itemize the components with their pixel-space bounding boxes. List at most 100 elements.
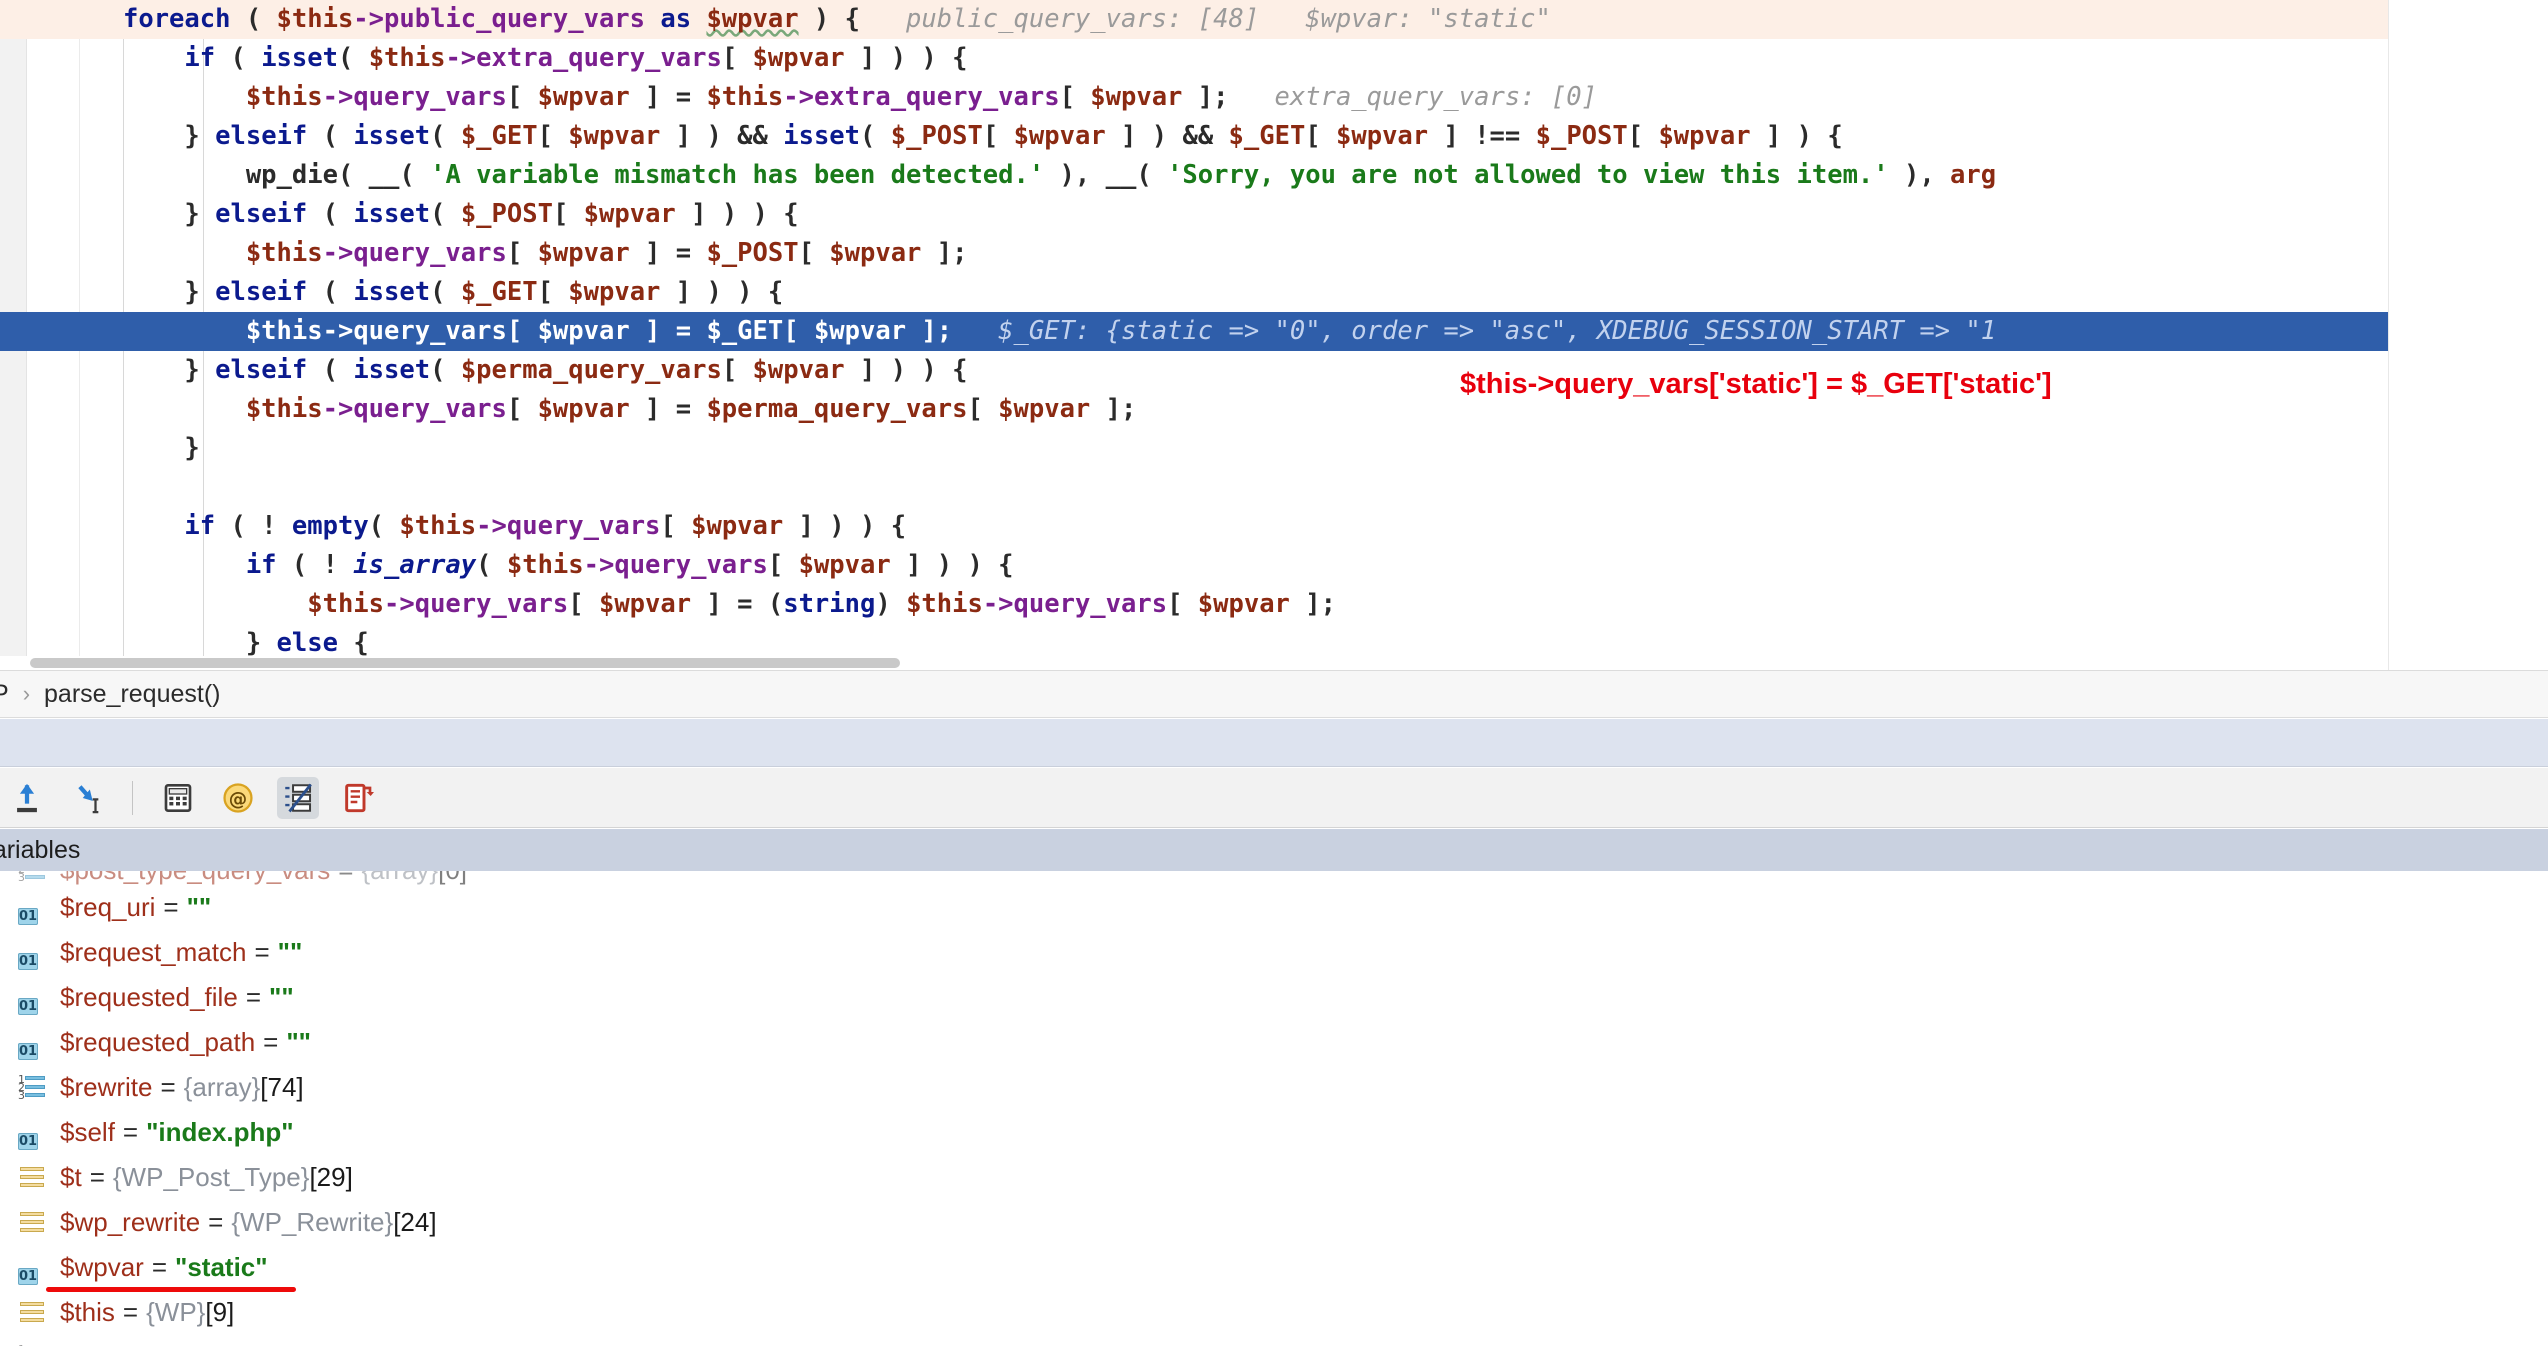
code-line[interactable]: if ( isset( $this->extra_query_vars[ $wp… bbox=[0, 39, 2548, 78]
code-line[interactable]: } elseif ( isset( $_GET[ $wpvar ] ) && i… bbox=[0, 117, 2548, 156]
code-token: [ bbox=[506, 82, 538, 112]
variable-value: {WP_Rewrite} bbox=[231, 1207, 394, 1237]
breadcrumb[interactable]: P › parse_request() bbox=[0, 670, 2548, 718]
breadcrumb-item[interactable]: parse_request() bbox=[38, 680, 226, 709]
string-type-icon: 01 bbox=[18, 907, 39, 925]
code-line[interactable]: } elseif ( isset( $perma_query_vars[ $wp… bbox=[0, 351, 2548, 390]
code-line[interactable]: wp_die( __( 'A variable mismatch has bee… bbox=[0, 156, 2548, 195]
code-token: ( bbox=[337, 43, 369, 73]
code-line[interactable]: foreach ( $this->public_query_vars as $w… bbox=[0, 0, 2548, 39]
code-line[interactable]: } elseif ( isset( $_POST[ $wpvar ] ) ) { bbox=[0, 195, 2548, 234]
code-token: $this bbox=[706, 82, 784, 112]
code-token: ( bbox=[860, 121, 891, 151]
code-token: -> bbox=[445, 43, 477, 73]
object-type-icon bbox=[18, 1166, 48, 1190]
code-token: ] !== bbox=[1428, 121, 1536, 151]
breadcrumb-item[interactable]: P bbox=[0, 680, 15, 709]
variables-list[interactable]: 123$post_type_query_vars={array} [0]01$r… bbox=[0, 871, 2548, 1346]
code-editor[interactable]: foreach ( $this->public_query_vars as $w… bbox=[0, 0, 2548, 670]
evaluate-expression-icon[interactable] bbox=[277, 776, 319, 819]
code-token: ] ) ) { bbox=[844, 43, 968, 73]
variable-row[interactable]: 01 $req_uri = "" bbox=[0, 885, 2548, 930]
code-token: ( bbox=[215, 43, 262, 73]
code-token: } bbox=[184, 199, 216, 229]
array-type-icon: 123 bbox=[18, 871, 48, 883]
code-token: [ bbox=[506, 316, 538, 346]
code-line[interactable]: $this->query_vars[ $wpvar ] = $perma_que… bbox=[0, 390, 2548, 429]
code-token: ), bbox=[1888, 160, 1951, 190]
variable-row[interactable]: 01 $requested_path = "" bbox=[0, 1020, 2548, 1065]
variable-equals: = bbox=[254, 937, 270, 967]
code-token: [ bbox=[767, 550, 799, 580]
code-token: $wpvar bbox=[1336, 121, 1429, 151]
code-token: ] ) ) { bbox=[890, 550, 1014, 580]
variable-row[interactable]: 123 $post_type_query_vars = {array} [0] bbox=[0, 871, 2548, 885]
code-token: ]; bbox=[906, 316, 953, 346]
code-line[interactable]: $this->query_vars[ $wpvar ] = $this->ext… bbox=[0, 78, 2548, 117]
code-token: ( bbox=[307, 277, 354, 307]
variable-row[interactable]: 1 2 3 $rewrite = {array} [74] bbox=[0, 1065, 2548, 1110]
drop-frame-icon[interactable] bbox=[66, 777, 108, 819]
copy-value-icon[interactable] bbox=[337, 777, 379, 819]
code-token: public_query_vars bbox=[384, 4, 646, 34]
calculator-icon[interactable] bbox=[157, 777, 199, 819]
code-token: $wpvar bbox=[829, 238, 922, 268]
code-token: $this bbox=[399, 511, 477, 541]
step-out-icon[interactable] bbox=[6, 777, 48, 819]
code-token: isset bbox=[261, 43, 338, 73]
code-token: ( bbox=[307, 121, 354, 151]
code-token: $wpvar bbox=[537, 394, 630, 424]
variable-row[interactable]: 01 $self = "index.php" bbox=[0, 1110, 2548, 1155]
code-token: $wpvar bbox=[537, 82, 630, 112]
code-token: ), bbox=[1044, 160, 1106, 190]
code-token: 'A variable mismatch has been detected.' bbox=[430, 160, 1045, 190]
code-token: ( bbox=[399, 160, 431, 190]
variables-tab-label: Variables bbox=[0, 835, 81, 864]
variable-row[interactable]: $wp_rewrite = {WP_Rewrite} [24] bbox=[0, 1200, 2548, 1245]
code-token: isset bbox=[353, 355, 431, 385]
code-token: { bbox=[337, 628, 369, 658]
variable-row[interactable]: 01 $request_match = "" bbox=[0, 930, 2548, 975]
code-token: elseif bbox=[215, 355, 308, 385]
variables-tab-header[interactable]: Variables bbox=[0, 829, 2548, 871]
code-line[interactable]: } bbox=[0, 429, 2548, 468]
variable-row[interactable]: 123$_SERVER={array} [5] bbox=[0, 1335, 2548, 1346]
code-token: ] = bbox=[629, 238, 707, 268]
code-line[interactable]: } elseif ( isset( $_GET[ $wpvar ] ) ) { bbox=[0, 273, 2548, 312]
editor-hscrollbar-track[interactable] bbox=[0, 656, 2360, 670]
variable-row[interactable]: $t = {WP_Post_Type} [29] bbox=[0, 1155, 2548, 1200]
code-token: ) { bbox=[798, 4, 876, 34]
code-lines[interactable]: foreach ( $this->public_query_vars as $w… bbox=[0, 0, 2548, 670]
code-token: $wpvar bbox=[998, 394, 1091, 424]
string-type-icon: 01 bbox=[18, 997, 39, 1015]
variable-row[interactable]: 01 $wpvar = "static" bbox=[0, 1245, 2548, 1292]
editor-hscrollbar-thumb[interactable] bbox=[30, 658, 900, 668]
variable-row[interactable]: $this = {WP} [9] bbox=[0, 1290, 2548, 1335]
code-line[interactable]: $this->query_vars[ $wpvar ] = $_GET[ $wp… bbox=[0, 312, 2548, 351]
debugger-toolbar[interactable]: @ bbox=[0, 768, 2548, 828]
variable-row[interactable]: 01 $requested_file = "" bbox=[0, 975, 2548, 1020]
code-token: wp_die bbox=[245, 160, 338, 190]
code-token: $this bbox=[906, 589, 983, 619]
svg-text:@: @ bbox=[229, 789, 247, 810]
variable-value: {WP} bbox=[146, 1297, 206, 1327]
code-token: as bbox=[660, 4, 692, 34]
object-type-icon bbox=[18, 1211, 48, 1235]
code-line-text: if ( ! empty( $this->query_vars[ $wpvar … bbox=[123, 507, 906, 546]
variable-name: $wp_rewrite bbox=[60, 1207, 201, 1237]
code-token: ] ) ) { bbox=[660, 277, 784, 307]
variable-equals: = bbox=[151, 1252, 168, 1282]
code-token: elseif bbox=[215, 277, 308, 307]
code-line[interactable]: if ( ! empty( $this->query_vars[ $wpvar … bbox=[0, 507, 2548, 546]
code-line-text: if ( isset( $this->extra_query_vars[ $wp… bbox=[123, 39, 967, 78]
code-line[interactable] bbox=[0, 468, 2548, 507]
code-line[interactable]: if ( ! is_array( $this->query_vars[ $wpv… bbox=[0, 546, 2548, 585]
mute-breakpoints-icon[interactable]: @ bbox=[217, 777, 259, 819]
variable-name: $t bbox=[60, 1162, 82, 1192]
variable-count: [5] bbox=[303, 1342, 332, 1346]
code-line[interactable]: $this->query_vars[ $wpvar ] = $_POST[ $w… bbox=[0, 234, 2548, 273]
code-token: $_POST bbox=[460, 199, 553, 229]
code-line[interactable]: $this->query_vars[ $wpvar ] = (string) $… bbox=[0, 585, 2548, 624]
code-token: if bbox=[245, 550, 277, 580]
